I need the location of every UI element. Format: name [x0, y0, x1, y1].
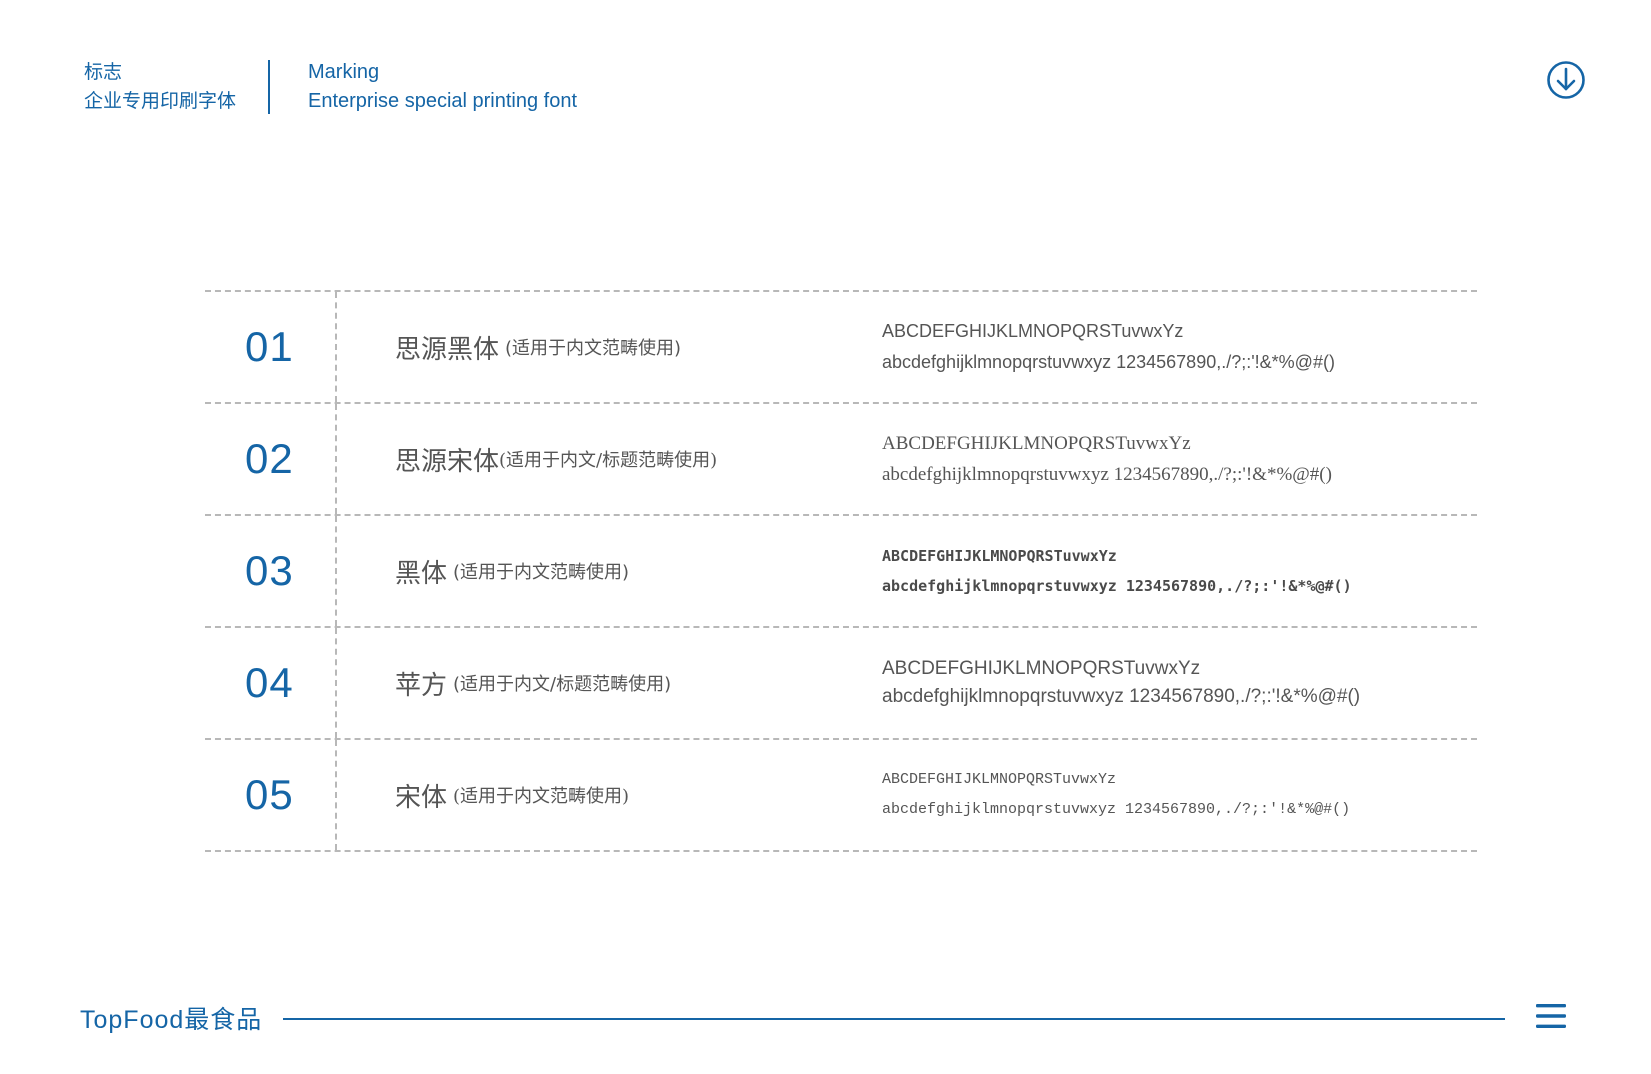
sample-lowercase: abcdefghijklmnopqrstuvwxyz 1234567890,./… — [882, 801, 1351, 818]
font-row: 01 思源黑体 (适用于内文范畴使用) ABCDEFGHIJKLMNOPQRST… — [205, 292, 1477, 404]
font-table: 01 思源黑体 (适用于内文范畴使用) ABCDEFGHIJKLMNOPQRST… — [205, 290, 1477, 852]
header-cn-line1: 标志 — [84, 61, 123, 83]
row-number: 02 — [245, 435, 294, 482]
font-usage: (适用于内文范畴使用) — [453, 562, 630, 583]
font-sample: ABCDEFGHIJKLMNOPQRSTuvwxYz abcdefghijklm… — [882, 404, 1332, 514]
row-number: 03 — [245, 547, 294, 594]
header-en-line1: Marking — [308, 61, 380, 83]
font-name: 思源黑体 — [395, 334, 500, 365]
sample-lowercase: abcdefghijklmnopqrstuvwxyz 1234567890,./… — [882, 352, 1335, 372]
sample-lowercase: abcdefghijklmnopqrstuvwxyz 1234567890,./… — [882, 577, 1352, 595]
font-sample: ABCDEFGHIJKLMNOPQRSTuvwxYz abcdefghijklm… — [882, 628, 1360, 738]
font-name-cell: 黑体 (适用于内文范畴使用) — [395, 516, 629, 626]
column-divider — [335, 404, 337, 514]
font-name-cell: 宋体 (适用于内文范畴使用) — [395, 740, 629, 850]
brand-name: TopFood最食品 — [80, 1006, 263, 1034]
font-usage: (适用于内文范畴使用) — [453, 786, 630, 807]
header-cn-line2: 企业专用印刷字体 — [84, 90, 237, 112]
font-name: 苹方 — [395, 670, 448, 701]
font-name: 黑体 — [395, 558, 448, 589]
row-number: 05 — [245, 771, 294, 818]
sample-lowercase: abcdefghijklmnopqrstuvwxyz 1234567890,./… — [882, 686, 1361, 707]
hamburger-menu-icon — [1536, 1004, 1566, 1028]
column-divider — [335, 740, 337, 850]
sample-uppercase: ABCDEFGHIJKLMNOPQRSTuvwxYz — [882, 658, 1201, 679]
sample-uppercase: ABCDEFGHIJKLMNOPQRSTuvwxYz — [882, 321, 1184, 341]
font-name: 思源宋体 — [395, 446, 500, 477]
row-number: 01 — [245, 323, 294, 370]
sample-uppercase: ABCDEFGHIJKLMNOPQRSTuvwxYz — [882, 771, 1117, 788]
footer-divider — [283, 1018, 1505, 1020]
arrow-down-circle-icon — [1547, 61, 1585, 99]
font-usage: (适用于内文/标题范畴使用) — [453, 674, 672, 695]
font-name-cell: 思源宋体 (适用于内文/标题范畴使用) — [395, 404, 717, 514]
header-title-en: Marking Enterprise special printing font — [308, 58, 577, 116]
font-sample: ABCDEFGHIJKLMNOPQRSTuvwxYz abcdefghijklm… — [882, 516, 1352, 626]
header-en-line2: Enterprise special printing font — [308, 90, 578, 112]
font-usage: (适用于内文范畴使用) — [505, 338, 682, 359]
row-number: 04 — [245, 659, 294, 706]
font-row: 02 思源宋体 (适用于内文/标题范畴使用) ABCDEFGHIJKLMNOPQ… — [205, 404, 1477, 516]
font-sample: ABCDEFGHIJKLMNOPQRSTuvwxYz abcdefghijklm… — [882, 292, 1335, 402]
sample-lowercase: abcdefghijklmnopqrstuvwxyz 1234567890,./… — [882, 464, 1332, 485]
font-row: 04 苹方 (适用于内文/标题范畴使用) ABCDEFGHIJKLMNOPQRS… — [205, 628, 1477, 740]
column-divider — [335, 292, 337, 402]
font-name-cell: 苹方 (适用于内文/标题范畴使用) — [395, 628, 671, 738]
download-button[interactable] — [1546, 60, 1586, 100]
font-row: 05 宋体 (适用于内文范畴使用) ABCDEFGHIJKLMNOPQRSTuv… — [205, 740, 1477, 852]
font-usage: (适用于内文/标题范畴使用) — [499, 450, 718, 471]
font-name: 宋体 — [395, 782, 448, 813]
column-divider — [335, 516, 337, 626]
header-title-cn: 标志 企业专用印刷字体 — [84, 58, 236, 116]
sample-uppercase: ABCDEFGHIJKLMNOPQRSTuvwxYz — [882, 433, 1191, 454]
font-sample: ABCDEFGHIJKLMNOPQRSTuvwxYz abcdefghijklm… — [882, 740, 1350, 850]
menu-button[interactable] — [1536, 1003, 1566, 1029]
font-row: 03 黑体 (适用于内文范畴使用) ABCDEFGHIJKLMNOPQRSTuv… — [205, 516, 1477, 628]
sample-uppercase: ABCDEFGHIJKLMNOPQRSTuvwxYz — [882, 547, 1117, 565]
column-divider — [335, 628, 337, 738]
font-name-cell: 思源黑体 (适用于内文范畴使用) — [395, 292, 681, 402]
header-divider — [268, 60, 270, 114]
